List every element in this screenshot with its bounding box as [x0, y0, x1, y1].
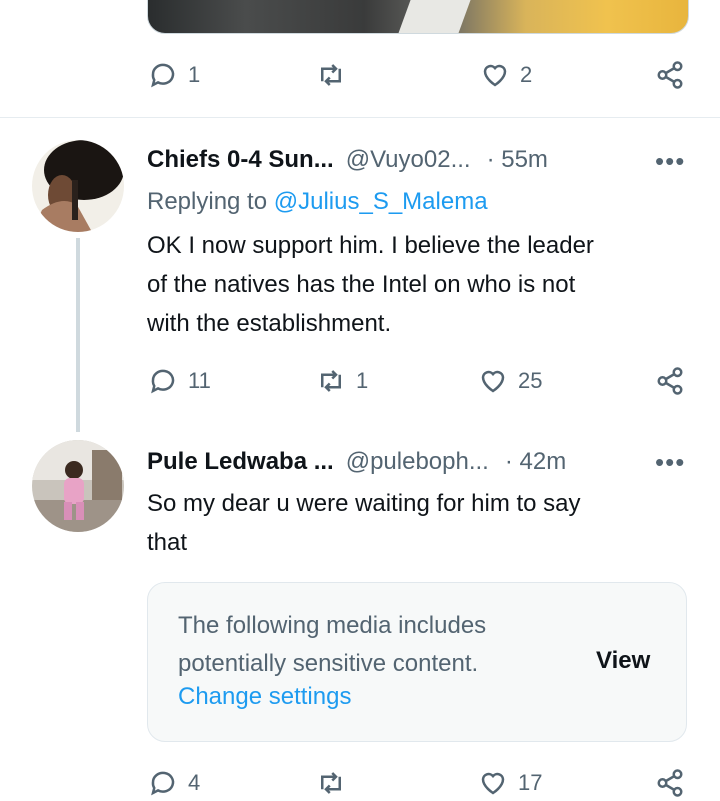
tweet-header: Pule Ledwaba ... @puleboph... · 42m — [147, 448, 566, 476]
replying-to: Replying to @Julius_S_Malema — [147, 188, 488, 216]
share-button[interactable] — [655, 60, 685, 90]
retweet-button[interactable] — [316, 768, 346, 798]
tweet-media-image[interactable] — [147, 0, 689, 34]
reply-button[interactable]: 11 — [148, 366, 211, 396]
sensitive-message: The following media includes potentially… — [178, 607, 486, 683]
like-count: 17 — [518, 770, 543, 795]
share-button[interactable] — [655, 768, 685, 798]
reply-icon — [151, 63, 175, 88]
tweet-time[interactable]: · 42m — [505, 448, 566, 476]
sensitive-line: potentially sensitive content. — [178, 650, 479, 677]
like-button[interactable]: 17 — [478, 768, 542, 798]
heart-icon — [481, 772, 505, 795]
view-button[interactable]: View — [596, 647, 650, 675]
display-name[interactable]: Chiefs 0-4 Sun... — [147, 146, 334, 174]
reply-icon — [151, 771, 175, 796]
retweet-button[interactable] — [316, 60, 346, 90]
tweet-text-line: OK I now support him. I believe the lead… — [147, 232, 594, 259]
tweet-text-line: of the natives has the Intel on who is n… — [147, 271, 576, 298]
sensitive-line: The following media includes — [178, 612, 487, 639]
retweet-count: 1 — [356, 368, 369, 393]
tweet-divider — [0, 117, 720, 118]
tweet-text-line: that — [147, 529, 188, 556]
reply-count: 11 — [188, 368, 211, 393]
heart-icon — [481, 370, 505, 393]
avatar[interactable] — [32, 140, 124, 232]
thread-line — [76, 238, 80, 432]
avatar-image — [32, 140, 124, 232]
share-icon — [657, 769, 683, 797]
reply-count: 1 — [188, 62, 201, 87]
tweet-text-line: So my dear u were waiting for him to say — [147, 490, 581, 517]
like-count: 25 — [518, 368, 543, 393]
user-handle[interactable]: @Vuyo02... — [346, 146, 471, 174]
reply-count: 4 — [188, 770, 201, 795]
user-handle[interactable]: @puleboph... — [346, 448, 489, 476]
reply-icon — [151, 369, 175, 394]
share-button[interactable] — [655, 366, 685, 396]
tweet-text: So my dear u were waiting for him to say… — [147, 484, 581, 562]
tweet-time[interactable]: · 55m — [487, 146, 548, 174]
tweet-text-line: with the establishment. — [147, 310, 392, 337]
retweet-icon — [321, 370, 341, 392]
retweet-button[interactable]: 1 — [316, 366, 368, 396]
replying-to-label: Replying to — [147, 188, 268, 215]
more-options-icon[interactable]: ••• — [655, 447, 685, 478]
change-settings-link[interactable]: Change settings — [178, 683, 351, 711]
retweet-icon — [321, 64, 341, 86]
tweet-header: Chiefs 0-4 Sun... @Vuyo02... · 55m — [147, 146, 548, 174]
heart-icon — [483, 64, 507, 87]
share-icon — [657, 367, 683, 395]
sensitive-media-warning: The following media includes potentially… — [147, 582, 687, 742]
reply-button[interactable]: 1 — [148, 60, 200, 90]
avatar[interactable] — [32, 440, 124, 532]
display-name[interactable]: Pule Ledwaba ... — [147, 448, 334, 476]
more-options-icon[interactable]: ••• — [655, 146, 685, 177]
reply-button[interactable]: 4 — [148, 768, 200, 798]
share-icon — [657, 61, 683, 89]
avatar-image — [32, 440, 124, 532]
tweet-text: OK I now support him. I believe the lead… — [147, 226, 594, 343]
replying-to-handle[interactable]: @Julius_S_Malema — [274, 188, 488, 215]
retweet-icon — [321, 772, 341, 794]
like-button[interactable]: 2 — [480, 60, 532, 90]
like-count: 2 — [520, 62, 533, 87]
like-button[interactable]: 25 — [478, 366, 542, 396]
